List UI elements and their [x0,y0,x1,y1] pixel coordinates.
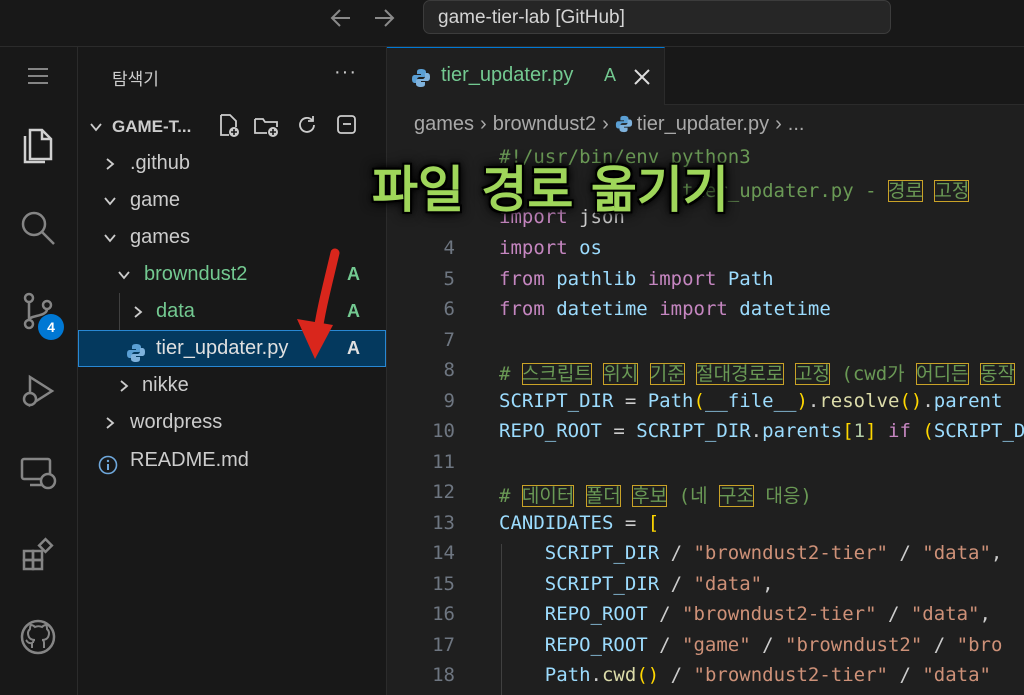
tree-item-label: games [130,226,191,248]
title-bar: game-tier-lab [GitHub] [0,0,1024,47]
code-line-5: from pathlib import Path [499,268,774,290]
editor-area: tier_updater.py A games › browndust2 › tier_… [387,47,1024,695]
tree-item-nikke[interactable]: nikke [78,367,386,404]
line-number: 13 [432,512,455,534]
code-line-10: REPO_ROOT = SCRIPT_DIR.parents[1] if (SC… [499,420,1024,442]
line-number: 14 [432,542,455,564]
tree-item-label: browndust2 [144,263,248,285]
line-number: 16 [432,603,455,625]
info-icon [98,451,118,488]
explorer-title: 탐색기 [112,70,159,89]
collapse-all-icon[interactable] [335,113,359,137]
extensions-icon[interactable] [14,531,62,579]
search-icon[interactable] [14,204,62,252]
indent-guide [501,544,502,695]
forward-arrow-icon[interactable] [370,4,398,32]
code-line-9: SCRIPT_DIR = Path(__file__).resolve().pa… [499,390,1003,412]
tree-item-label: README.md [130,449,249,471]
tree-item-github[interactable]: .github [78,145,386,182]
tree-item-label: data [156,300,195,322]
code-line-6: from datetime import datetime [499,298,831,320]
new-folder-icon[interactable] [253,113,278,137]
code-line-8: # 스크립트 위치 기준 절대경로로 고정 (cwd가 어디든 동작 [499,363,1015,385]
more-actions-icon[interactable]: ··· [334,61,357,84]
breadcrumb-item[interactable]: browndust2 [493,113,596,135]
line-number: 7 [443,329,455,351]
line-number: 15 [432,573,455,595]
code-line-4: import os [499,237,602,259]
workspace-root-label: GAME-T... [112,117,192,136]
caption-overlay: 파일 경로 옮기기 [372,161,729,219]
breadcrumb-item[interactable]: ... [788,113,805,135]
explorer-icon[interactable] [14,122,62,170]
source-control-badge: 4 [38,314,64,340]
chevron-right-icon [128,293,148,333]
code-line-15: SCRIPT_DIR / "data", [544,573,774,595]
command-center-search[interactable]: game-tier-lab [GitHub] [423,0,891,34]
close-icon[interactable] [631,60,653,95]
line-number: 11 [432,451,455,473]
line-number: 18 [432,664,455,686]
line-number: 12 [432,481,455,503]
code-line-16: REPO_ROOT / "browndust2-tier" / "data", [544,603,991,625]
menu-icon[interactable] [14,52,62,100]
code-editor[interactable]: #!/usr/bin/env python3 # tier_updater.py… [387,144,1024,695]
chevron-down-icon [100,219,120,259]
tab-bar: tier_updater.py A [387,47,1024,105]
activity-bar: 4 [0,47,78,695]
chevron-right-icon [114,367,134,407]
python-file-icon [411,68,431,93]
line-number: 17 [432,634,455,656]
remote-explorer-icon[interactable] [14,449,62,497]
tree-item-label: wordpress [130,411,223,433]
tab-tier-updater[interactable]: tier_updater.py A [387,47,665,105]
line-number: 9 [443,390,455,412]
red-arrow-annotation [297,248,340,359]
line-number: 8 [443,359,455,381]
explorer-sidebar: 탐색기 ··· GAME-T... .github game games bro… [78,47,387,695]
tab-label: tier_updater.py [441,64,574,86]
back-arrow-icon[interactable] [327,4,355,32]
code-line-14: SCRIPT_DIR / "browndust2-tier" / "data", [544,542,1003,564]
chevron-down-icon [114,256,134,296]
refresh-icon[interactable] [295,113,319,137]
tree-item-readme[interactable]: README.md [78,442,386,479]
code-line-13: CANDIDATES = [ [499,512,660,534]
tree-item-label: nikke [142,374,189,396]
breadcrumb-item[interactable]: tier_updater.py [637,113,769,135]
chevron-right-icon: › [602,113,609,135]
code-line-17: REPO_ROOT / "game" / "browndust2" / "bro [544,634,1003,656]
tree-item-label: game [130,189,181,211]
line-number: 5 [443,268,455,290]
breadcrumb-item[interactable]: games [414,113,474,135]
line-number: 6 [443,298,455,320]
github-icon[interactable] [14,613,62,661]
tree-item-wordpress[interactable]: wordpress [78,404,386,441]
breadcrumb: games › browndust2 › tier_updater.py ›... [414,113,804,139]
chevron-right-icon: › [480,113,487,135]
new-file-icon[interactable] [217,113,241,137]
chevron-right-icon [100,404,120,444]
line-number: 4 [443,237,455,259]
tree-item-game[interactable]: game [78,182,386,219]
code-line-12: # 데이터 폴더 후보 (네 구조 대응) [499,485,812,507]
code-line-18: Path.cwd() / "browndust2-tier" / "data" [544,664,991,686]
tab-git-status: A [604,65,617,85]
tree-item-label: tier_updater.py [156,337,289,359]
chevron-down-icon [86,108,106,148]
tree-item-label: .github [130,152,191,174]
line-number: 10 [432,420,455,442]
python-file-icon [615,115,637,139]
chevron-right-icon [100,145,120,185]
chevron-down-icon [100,182,120,222]
chevron-right-icon: › [775,113,782,135]
run-debug-icon[interactable] [14,367,62,415]
